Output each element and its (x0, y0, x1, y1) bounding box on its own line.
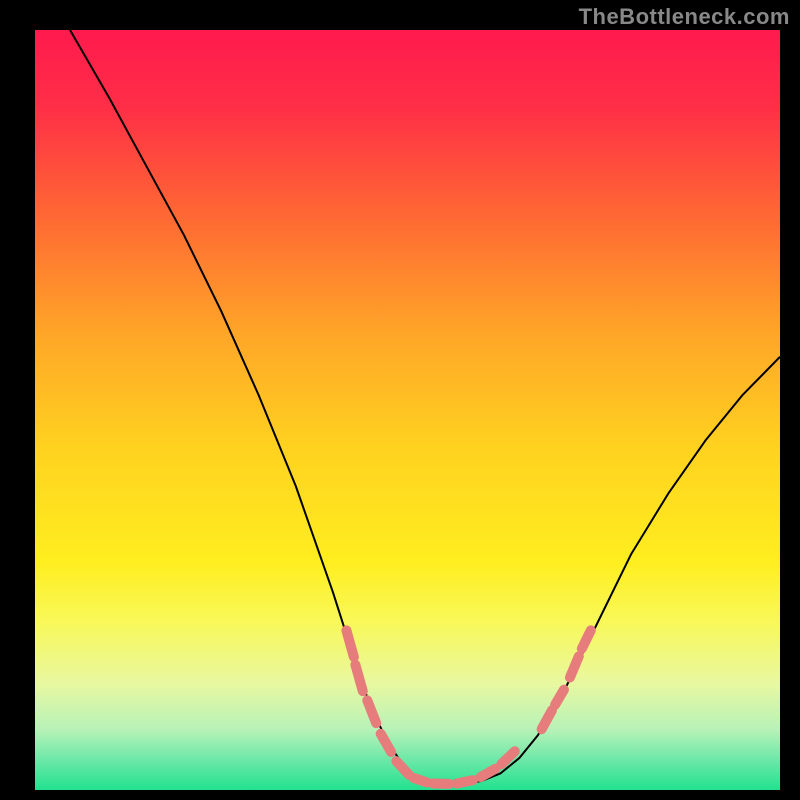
highlight-dash (457, 780, 473, 783)
highlight-dash (413, 778, 426, 783)
bottleneck-chart (0, 0, 800, 800)
plot-background (35, 30, 780, 790)
chart-frame: { "watermark": "TheBottleneck.com", "plo… (0, 0, 800, 800)
watermark-text: TheBottleneck.com (579, 4, 790, 30)
